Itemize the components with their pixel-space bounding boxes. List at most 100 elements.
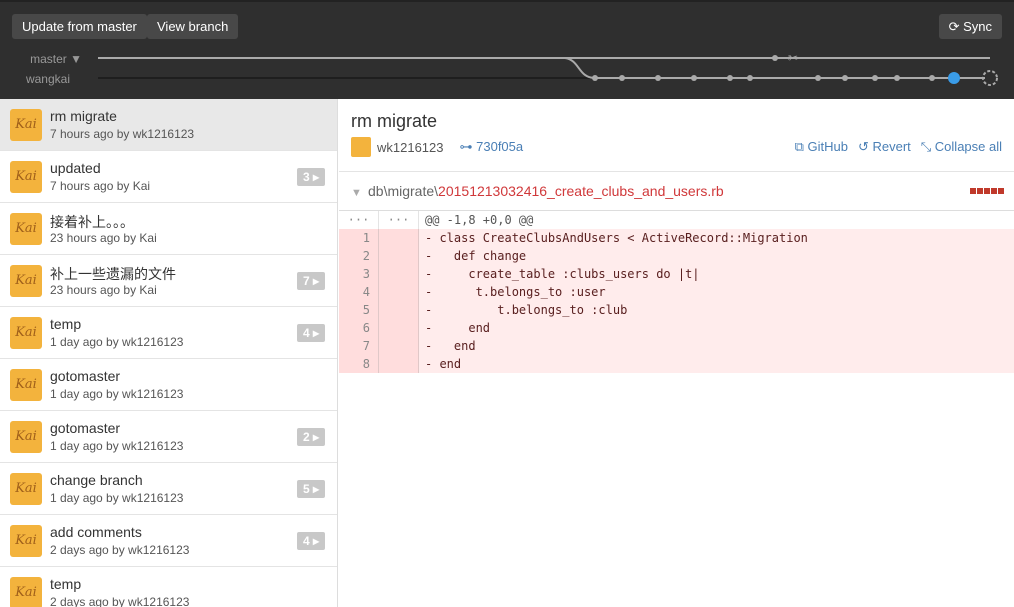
line-num-old: 3 xyxy=(339,265,379,283)
hunk-text: @@ -1,8 +0,0 @@ xyxy=(425,213,534,227)
avatar: Kai xyxy=(10,577,42,607)
diff-line: 2 - def change xyxy=(339,247,1014,265)
commit-meta: 7 hours ago by wk1216123 xyxy=(50,127,195,141)
commit-list: Kai rm migrate 7 hours ago by wk1216123 K… xyxy=(0,99,338,607)
avatar: Kai xyxy=(10,421,42,453)
toolbar: Update from master View branch ⟳ Sync ma… xyxy=(0,0,1014,99)
commit-item[interactable]: Kai gotomaster 1 day ago by wk1216123 xyxy=(0,359,337,411)
commit-title: change branch xyxy=(50,472,143,488)
avatar: Kai xyxy=(10,265,42,297)
commit-meta: 23 hours ago by Kai xyxy=(50,231,157,245)
github-button[interactable]: ⧉ GitHub xyxy=(795,139,848,155)
commit-meta: 1 day ago by wk1216123 xyxy=(50,491,184,505)
code-text: - t.belongs_to :club xyxy=(425,303,628,317)
commit-item[interactable]: Kai add comments 2 days ago by wk1216123… xyxy=(0,515,337,567)
diff-view: ··· ··· @@ -1,8 +0,0 @@ 1 - class CreateClu… xyxy=(339,211,1014,373)
commit-meta: 2 days ago by wk1216123 xyxy=(50,595,190,607)
merge-icon: ✂ xyxy=(788,51,798,65)
file-dir: db\migrate\ xyxy=(368,183,439,199)
commit-title: add comments xyxy=(50,524,142,540)
file-count-badge[interactable]: 7 ▸ xyxy=(296,272,325,290)
commit-item[interactable]: Kai gotomaster 1 day ago by wk1216123 2 ▸ xyxy=(0,411,337,463)
author-name: wk1216123 xyxy=(377,139,444,155)
collapse-all-button[interactable]: ⤡ Collapse all xyxy=(921,139,1002,155)
collapse-label: Collapse all xyxy=(934,139,1002,154)
current-commit-node xyxy=(948,72,960,84)
revert-button[interactable]: ↺ Revert xyxy=(858,139,911,155)
line-num-new xyxy=(379,283,419,301)
file-name: 20151213032416_create_clubs_and_users.rb xyxy=(438,183,724,199)
commit-title: gotomaster xyxy=(50,368,121,384)
code-text: - end xyxy=(425,357,462,371)
deletion-bars xyxy=(970,188,1004,194)
line-num-old: 1 xyxy=(339,229,379,247)
line-num-old: 7 xyxy=(339,337,379,355)
commit-title: updated xyxy=(50,160,101,176)
github-label: GitHub xyxy=(807,139,848,154)
diff-line: 4 - t.belongs_to :user xyxy=(339,283,1014,301)
commit-title: rm migrate xyxy=(351,111,438,131)
line-num-old: 8 xyxy=(339,355,379,373)
commit-meta: 2 days ago by wk1216123 xyxy=(50,543,190,557)
line-num-new xyxy=(379,319,419,337)
branch-graph[interactable]: ✂ xyxy=(0,2,1014,101)
code-text: - end xyxy=(425,321,491,335)
commit-item[interactable]: Kai change branch 1 day ago by wk1216123… xyxy=(0,463,337,515)
line-num-old: 5 xyxy=(339,301,379,319)
undo-icon: ↺ xyxy=(857,139,873,154)
commit-sha[interactable]: ⊶ 730f05a xyxy=(460,139,524,155)
commit-item[interactable]: Kai 接着补上。。。 23 hours ago by Kai xyxy=(0,203,337,255)
commit-item[interactable]: Kai rm migrate 7 hours ago by wk1216123 xyxy=(0,99,337,151)
commit-item[interactable]: Kai updated 7 hours ago by Kai 3 ▸ xyxy=(0,151,337,203)
hunk-header: ··· ··· @@ -1,8 +0,0 @@ xyxy=(339,211,1014,229)
commit-title: rm migrate xyxy=(50,108,117,124)
file-count-badge[interactable]: 4 ▸ xyxy=(296,532,325,550)
sha-text: 730f05a xyxy=(476,139,524,154)
commit-meta: 23 hours ago by Kai xyxy=(50,283,157,297)
line-num-old: ··· xyxy=(339,211,379,229)
file-header[interactable]: ▼ db\migrate\20151213032416_create_clubs… xyxy=(339,171,1014,211)
commit-title: temp xyxy=(50,576,82,592)
diff-line: 3 - create_table :clubs_users do |t| xyxy=(339,265,1014,283)
external-link-icon: ⧉ xyxy=(794,139,808,154)
line-num-new: ··· xyxy=(379,211,419,229)
commit-item[interactable]: Kai 补上一些遗漏的文件 23 hours ago by Kai 7 ▸ xyxy=(0,255,337,307)
avatar: Kai xyxy=(10,317,42,349)
commit-meta: 1 day ago by wk1216123 xyxy=(50,387,184,401)
commit-meta: 7 hours ago by Kai xyxy=(50,179,151,193)
file-count-badge[interactable]: 4 ▸ xyxy=(296,324,325,342)
avatar: Kai xyxy=(10,473,42,505)
code-text: - create_table :clubs_users do |t| xyxy=(425,267,700,281)
avatar: Kai xyxy=(10,213,42,245)
avatar: Kai xyxy=(10,161,42,193)
commit-title: temp xyxy=(50,316,82,332)
diff-line: 8 - end xyxy=(339,355,1014,373)
code-text: - def change xyxy=(425,249,527,263)
commit-title: gotomaster xyxy=(50,420,121,436)
commit-item[interactable]: Kai temp 2 days ago by wk1216123 xyxy=(0,567,337,607)
commit-meta: 1 day ago by wk1216123 xyxy=(50,439,184,453)
avatar: Kai xyxy=(10,109,42,141)
file-count-badge[interactable]: 3 ▸ xyxy=(296,168,325,186)
diff-line: 6 - end xyxy=(339,319,1014,337)
line-num-old: 6 xyxy=(339,319,379,337)
line-num-old: 2 xyxy=(339,247,379,265)
diff-line: 7 - end xyxy=(339,337,1014,355)
commit-item[interactable]: Kai temp 1 day ago by wk1216123 4 ▸ xyxy=(0,307,337,359)
chevron-down-icon: ▼ xyxy=(351,187,368,199)
commit-detail: rm migrate wk1216123 ⊶ 730f05a ⧉ GitHub … xyxy=(339,99,1014,607)
avatar: Kai xyxy=(10,525,42,557)
line-num-new xyxy=(379,247,419,265)
revert-label: Revert xyxy=(872,139,911,154)
diff-line: 5 - t.belongs_to :club xyxy=(339,301,1014,319)
uncommitted-node xyxy=(982,70,998,86)
line-num-new xyxy=(379,355,419,373)
line-num-old: 4 xyxy=(339,283,379,301)
collapse-icon: ⤡ xyxy=(920,139,935,154)
commit-title: 接着补上。。。 xyxy=(50,214,134,230)
file-count-badge[interactable]: 5 ▸ xyxy=(296,480,325,498)
file-count-badge[interactable]: 2 ▸ xyxy=(296,428,325,446)
line-num-new xyxy=(379,229,419,247)
code-text: - end xyxy=(425,339,476,353)
author-avatar xyxy=(351,137,371,157)
